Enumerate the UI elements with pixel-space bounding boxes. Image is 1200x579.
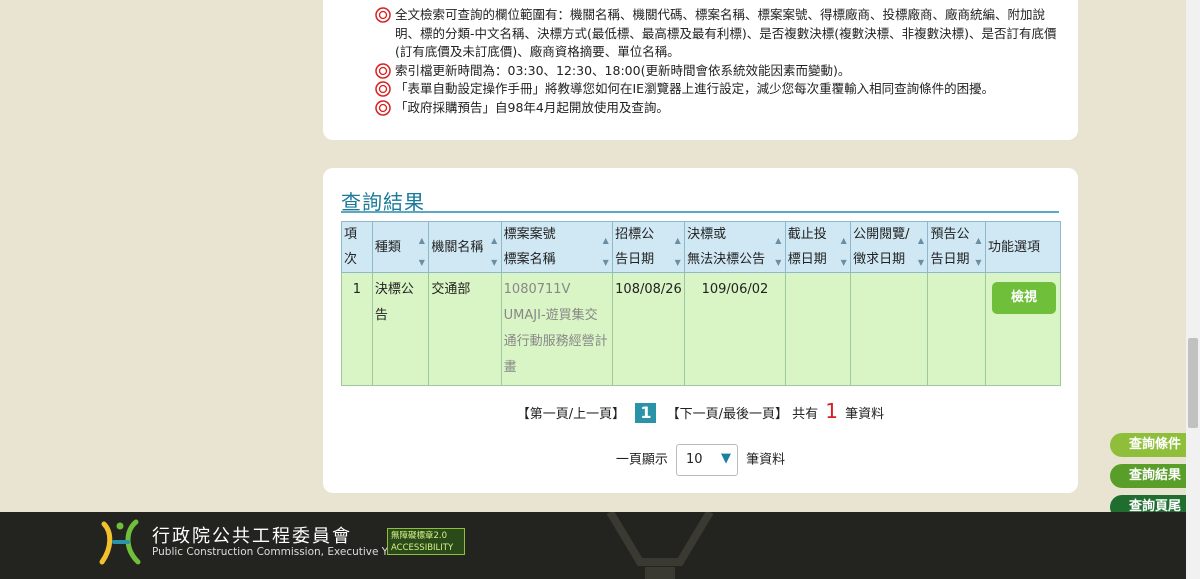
cell-award-date: 109/06/02 <box>684 272 786 386</box>
footer-org-name: 行政院公共工程委員會 <box>152 526 352 547</box>
cell-type: 決標公告 <box>371 272 430 386</box>
header-case[interactable]: 標案案號 標案名稱 ▲ ▼ <box>500 221 614 274</box>
current-page[interactable]: 1 <box>635 403 657 423</box>
bullet-icon <box>375 62 391 79</box>
per-page-suffix: 筆資料 <box>746 452 786 468</box>
sort-icon[interactable]: ▲ ▼ <box>839 230 848 274</box>
cell-action: 檢視 <box>984 272 1062 386</box>
note-text: 「政府採購預告」自98年4月起開放使用及查詢。 <box>395 99 669 115</box>
bullet-icon <box>375 99 391 116</box>
case-number[interactable]: 1080711V <box>504 282 571 297</box>
header-deadline[interactable]: 截止投 標日期 ▲ ▼ <box>784 221 852 274</box>
results-table: 項次 種類 ▲ ▼ 機關名稱 ▲ ▼ 標案案號 標案名稱 ▲ ▼ 招標公 告日期 ▲ ▼ 決標或 無法… <box>341 221 1062 386</box>
site-footer: 行政院公共工程委員會 Public Construction Commissio… <box>0 512 1186 579</box>
results-panel: 查詢結果 項次 種類 ▲ ▼ 機關名稱 ▲ ▼ 標案案號 標案名稱 ▲ ▼ 招標公 告日期 ▲ ▼ … <box>323 168 1078 493</box>
table-row: 1 決標公告 交通部 1080711V UMAJI-遊買集交通行動服務經營計畫 … <box>341 272 1062 386</box>
total-suffix: 筆資料 <box>845 407 885 422</box>
note-text[interactable]: 「表單自動設定操作手冊」將教導您如何在IE瀏覽器上進行設定，減少您每次重覆輸入相… <box>395 81 994 96</box>
header-tender-date[interactable]: 招標公 告日期 ▲ ▼ <box>612 221 686 274</box>
sort-icon[interactable]: ▲ ▼ <box>601 230 610 274</box>
total-count: 1 <box>825 399 839 423</box>
sort-icon[interactable]: ▲ ▼ <box>490 230 499 274</box>
sort-icon[interactable]: ▲ ▼ <box>417 230 426 274</box>
sort-icon[interactable]: ▲ ▼ <box>774 230 783 274</box>
note-text: 全文檢索可查詢的欄位範圍有：機關名稱、機關代碼、標案名稱、標案案號、得標廠商、投… <box>395 7 1057 59</box>
footer-org-en: Public Construction Commission, Executiv… <box>152 546 407 558</box>
bullet-icon <box>375 81 391 97</box>
note-item[interactable]: 「表單自動設定操作手冊」將教導您如何在IE瀏覽器上進行設定，減少您每次重覆輸入相… <box>373 80 1063 99</box>
cell-agency: 交通部 <box>428 272 502 386</box>
cell-public-date <box>850 272 929 386</box>
cell-no: 1 <box>341 272 373 386</box>
note-text: 索引檔更新時間為：03:30、12:30、18:00(更新時間會依系統效能因素而… <box>395 62 851 78</box>
pager: 【第一頁/上一頁】 1 【下一頁/最後一頁】 共有 1 筆資料 <box>323 399 1078 423</box>
total-prefix: 共有 <box>792 407 819 422</box>
header-public-date[interactable]: 公開閱覽/徵求日期 ▲ ▼ <box>850 221 929 274</box>
cell-notice-date <box>927 272 986 386</box>
notes-panel: 全文檢索可查詢的欄位範圍有：機關名稱、機關代碼、標案名稱、標案案號、得標廠商、投… <box>323 0 1078 140</box>
cell-deadline <box>784 272 852 386</box>
sort-icon[interactable]: ▲ ▼ <box>974 230 983 274</box>
first-prev-link[interactable]: 【第一頁/上一頁】 <box>517 407 625 422</box>
cell-case[interactable]: 1080711V UMAJI-遊買集交通行動服務經營計畫 <box>500 272 614 386</box>
next-last-link[interactable]: 【下一頁/最後一頁】 <box>667 407 788 422</box>
accessibility-badge[interactable]: 無障礙標章2.0 ACCESSIBILITY <box>387 528 465 555</box>
header-no: 項次 <box>341 221 373 273</box>
per-page-select[interactable]: 10 ▼ <box>676 444 738 476</box>
header-award-date[interactable]: 決標或 無法決標公告 ▲ ▼ <box>684 221 786 274</box>
header-notice-date[interactable]: 預告公 告日期 ▲ ▼ <box>927 221 986 274</box>
page-size-row: 一頁顯示 10 ▼ 筆資料 <box>323 444 1078 476</box>
view-button[interactable]: 檢視 <box>991 282 1056 314</box>
per-page-value[interactable]: 10 <box>686 452 703 467</box>
note-item: 全文檢索可查詢的欄位範圍有：機關名稱、機關代碼、標案名稱、標案案號、得標廠商、投… <box>373 6 1063 62</box>
case-name[interactable]: UMAJI-遊買集交通行動服務經營計畫 <box>504 308 608 375</box>
cell-tender-date: 108/08/26 <box>612 272 686 386</box>
sort-icon[interactable]: ▲ ▼ <box>673 230 682 274</box>
title-underline <box>341 211 1059 213</box>
bullet-icon <box>375 7 391 23</box>
per-page-label: 一頁顯示 <box>615 452 668 468</box>
scrollbar-thumb[interactable] <box>1188 338 1198 428</box>
scrollbar[interactable] <box>1186 0 1200 579</box>
header-action: 功能選項 <box>984 221 1062 273</box>
note-item: 「政府採購預告」自98年4月起開放使用及查詢。 <box>373 99 1063 118</box>
pcc-logo-icon <box>99 519 141 565</box>
bulb-watermark-icon <box>606 512 714 579</box>
table-header-row: 項次 種類 ▲ ▼ 機關名稱 ▲ ▼ 標案案號 標案名稱 ▲ ▼ 招標公 告日期 ▲ ▼ 決標或 無法… <box>341 221 1062 274</box>
notes-list: 全文檢索可查詢的欄位範圍有：機關名稱、機關代碼、標案名稱、標案案號、得標廠商、投… <box>373 6 1063 117</box>
header-type[interactable]: 種類 ▲ ▼ <box>371 221 430 274</box>
dropdown-arrow-icon[interactable]: ▼ <box>721 451 731 466</box>
sort-icon[interactable]: ▲ ▼ <box>916 230 925 274</box>
note-item: 索引檔更新時間為：03:30、12:30、18:00(更新時間會依系統效能因素而… <box>373 62 1063 81</box>
header-agency[interactable]: 機關名稱 ▲ ▼ <box>428 221 502 274</box>
